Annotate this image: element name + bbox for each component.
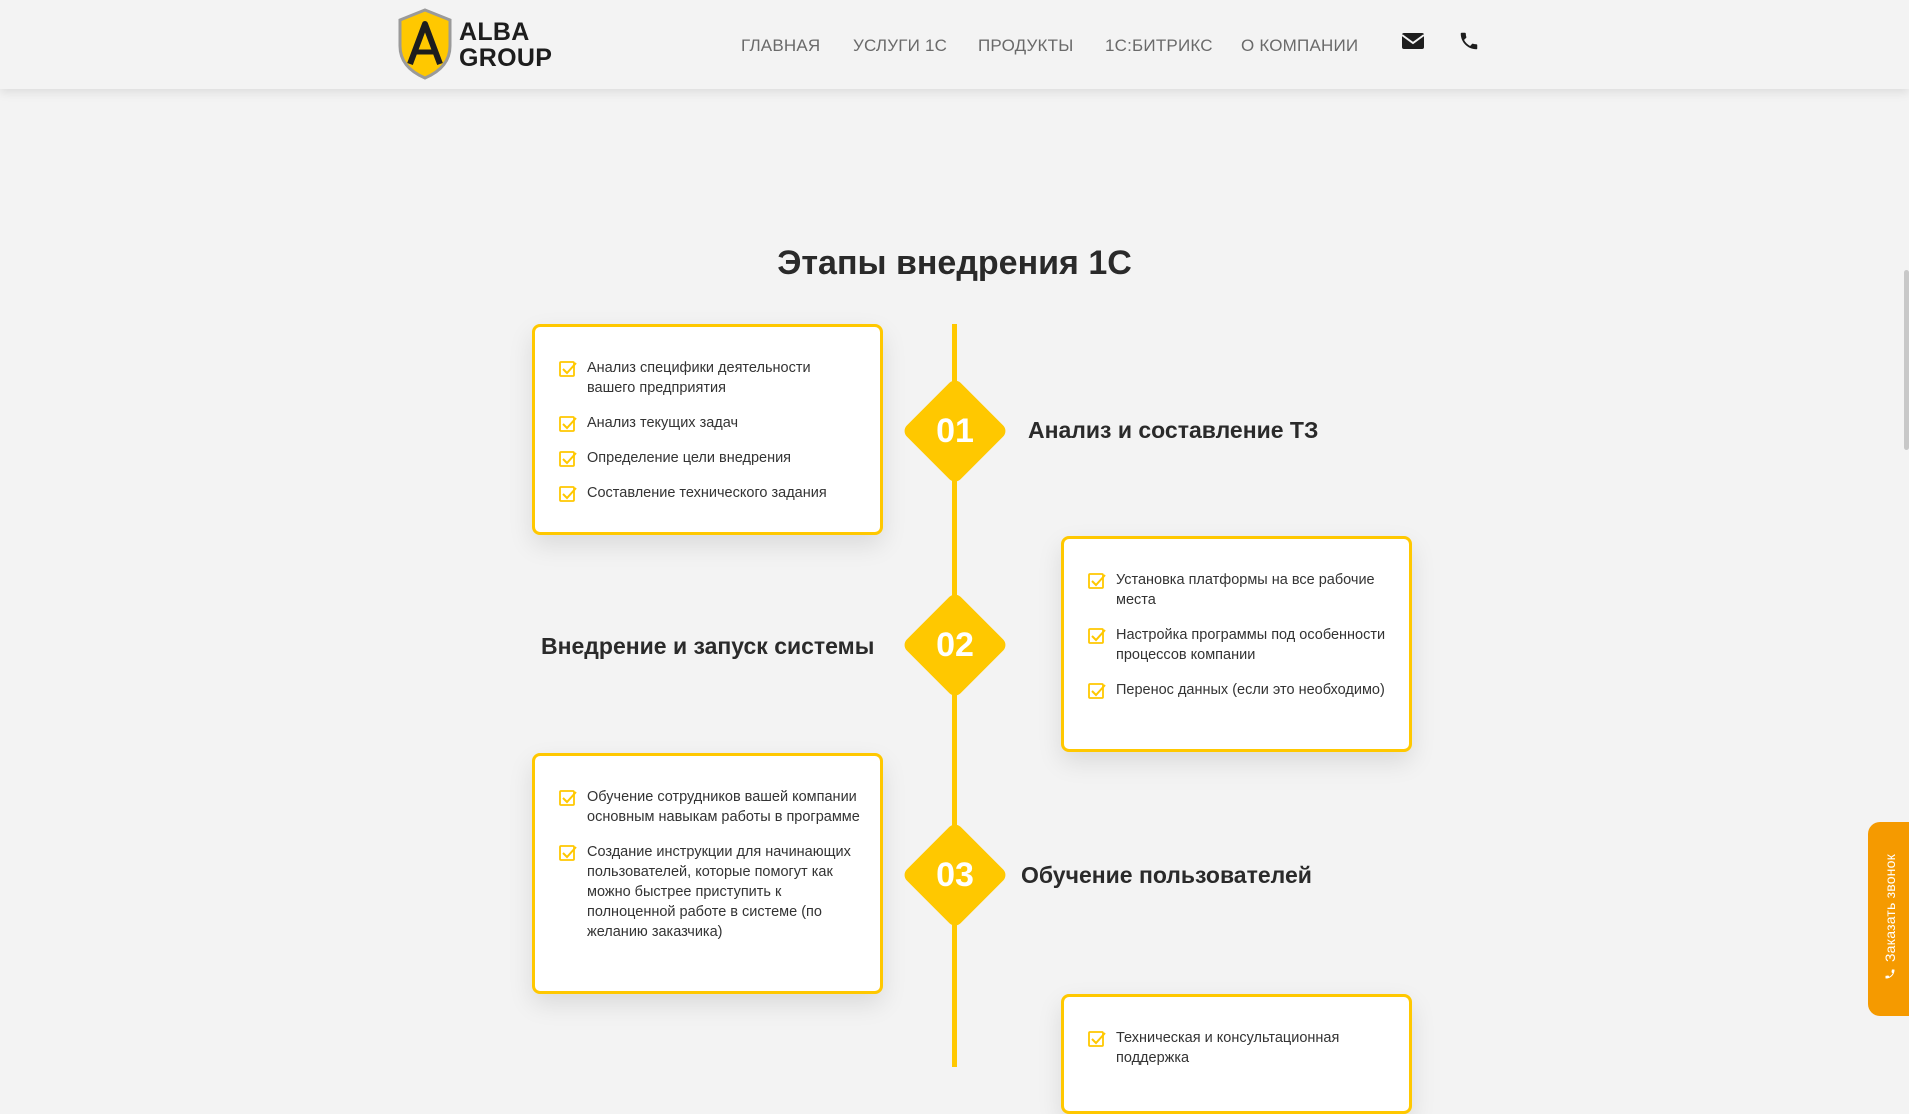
check-icon: [1088, 572, 1106, 596]
phone-icon: [1885, 969, 1895, 979]
nav-home[interactable]: ГЛАВНАЯ: [741, 36, 820, 56]
checklist-item: Создание инструкции для начинающих польз…: [559, 842, 862, 942]
logo-line-1: ALBA: [459, 18, 530, 46]
stage-3-title: Обучение пользователей: [1021, 862, 1312, 888]
check-icon: [559, 415, 577, 439]
logo-text: ALBA GROUP: [459, 19, 552, 71]
stage-2-card: Установка платформы на все рабочие места…: [1061, 536, 1412, 752]
checklist-item: Обучение сотрудников вашей компании осно…: [559, 787, 862, 827]
stage-4-card: Техническая и консультационная поддержка: [1061, 994, 1412, 1114]
callback-button-label[interactable]: Заказать звонок: [1882, 854, 1898, 980]
phone-icon[interactable]: [1458, 30, 1484, 56]
checklist-item: Анализ текущих задач: [559, 413, 862, 433]
stage-2-title: Внедрение и запуск системы: [541, 633, 875, 659]
page-title: Этапы внедрения 1С: [777, 244, 1132, 282]
stage-2-number: 02: [936, 626, 974, 664]
stage-3-number: 03: [936, 856, 974, 894]
stage-1-number: 01: [936, 412, 974, 450]
site-header: ALBA GROUP ГЛАВНАЯ УСЛУГИ 1С ПРОДУКТЫ 1С…: [0, 0, 1909, 89]
envelope-icon[interactable]: [1401, 30, 1427, 56]
check-icon: [559, 844, 577, 868]
checklist-item: Настройка программы под особенности проц…: [1088, 625, 1391, 665]
nav-products[interactable]: ПРОДУКТЫ: [978, 36, 1073, 56]
checklist-item: Определение цели внедрения: [559, 448, 862, 468]
check-icon: [559, 360, 577, 384]
nav-about[interactable]: О КОМПАНИИ: [1241, 36, 1358, 56]
checklist-item: Анализ специфики деятельности вашего пре…: [559, 358, 862, 398]
check-icon: [1088, 682, 1106, 706]
check-icon: [559, 485, 577, 509]
check-icon: [1088, 1030, 1106, 1054]
checklist-item: Установка платформы на все рабочие места: [1088, 570, 1391, 610]
logo-line-2: GROUP: [459, 44, 553, 72]
nav-services-1c[interactable]: УСЛУГИ 1С: [853, 36, 947, 56]
checklist-item: Техническая и консультационная поддержка: [1088, 1028, 1391, 1068]
scrollbar[interactable]: [1904, 270, 1909, 450]
check-icon: [559, 789, 577, 813]
check-icon: [1088, 627, 1106, 651]
checklist-item: Перенос данных (если это необходимо): [1088, 680, 1391, 700]
checklist-item: Составление технического задания: [559, 483, 862, 503]
check-icon: [559, 450, 577, 474]
logo-shield-icon: [398, 8, 452, 80]
logo[interactable]: ALBA GROUP: [397, 8, 557, 80]
stage-1-card: Анализ специфики деятельности вашего пре…: [532, 324, 883, 535]
stage-1-title: Анализ и составление ТЗ: [1028, 417, 1319, 443]
nav-1c-bitrix[interactable]: 1С:БИТРИКС: [1105, 36, 1213, 56]
stage-3-card: Обучение сотрудников вашей компании осно…: [532, 753, 883, 994]
